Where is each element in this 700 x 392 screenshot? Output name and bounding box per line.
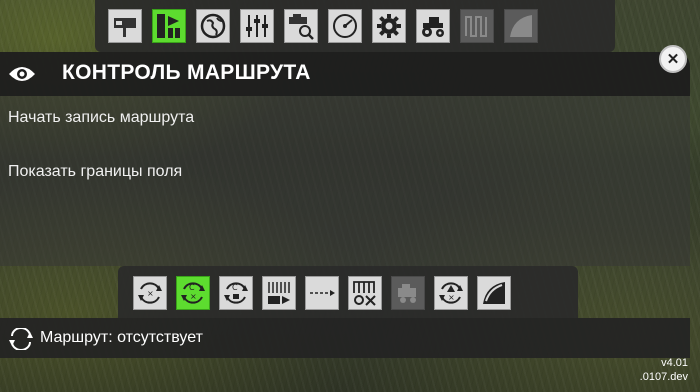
combine-search-icon (289, 14, 314, 40)
field-pattern-button[interactable] (460, 9, 494, 43)
route-cycle-stop-button[interactable]: C (219, 276, 253, 310)
eye-icon[interactable] (8, 64, 36, 84)
headland-icon (268, 282, 290, 304)
close-icon: ✕ (666, 50, 680, 68)
speedometer-icon (333, 14, 357, 38)
top-toolbar-row (108, 9, 538, 43)
field-work-tools-icon (353, 281, 376, 306)
menu-item-start-recording[interactable]: Начать запись маршрута (8, 109, 194, 127)
bottom-toolbar-row: × C × C × (133, 276, 511, 310)
field-pattern-icon (465, 16, 487, 37)
sliders-icon (246, 15, 268, 37)
route-cycle-icon: × (138, 282, 162, 304)
tractor-button[interactable] (416, 9, 450, 43)
menu-item-show-field-borders[interactable]: Показать границы поля (8, 163, 182, 181)
svg-text:C: C (232, 283, 238, 292)
route-cycle-record-button[interactable]: C × (176, 276, 210, 310)
svg-text:C: C (189, 283, 195, 292)
svg-text:×: × (147, 289, 154, 298)
steering-flow-icon (157, 14, 180, 38)
version-label: v4.01 .0107.dev (640, 356, 688, 384)
gear-icon (377, 14, 401, 38)
course-manager-button[interactable] (108, 9, 142, 43)
globe-icon (200, 13, 226, 39)
course-manager-icon (114, 18, 136, 37)
field-work-tools-button[interactable] (348, 276, 382, 310)
speedometer-button[interactable] (328, 9, 362, 43)
page-title: КОНТРОЛЬ МАРШРУТА (62, 61, 311, 84)
route-cycle-stop-icon: C (224, 282, 248, 304)
version-line-2: .0107.dev (639, 371, 688, 383)
close-button[interactable]: ✕ (659, 45, 687, 73)
route-cycle-alert-button[interactable]: × (434, 276, 468, 310)
steering-flow-button[interactable] (152, 9, 186, 43)
route-cycle-alert-icon: × (439, 282, 463, 304)
sliders-button[interactable] (240, 9, 274, 43)
svg-text:×: × (190, 292, 197, 301)
combine-icon (398, 284, 416, 303)
tractor-icon (422, 17, 444, 37)
combine-search-button[interactable] (284, 9, 318, 43)
combine-button[interactable] (391, 276, 425, 310)
field-edge-curve-icon (483, 282, 505, 304)
route-status-icon (9, 328, 33, 350)
field-edge-icon (510, 15, 532, 37)
route-status-text: Маршрут: отсутствует (40, 329, 203, 346)
globe-button[interactable] (196, 9, 230, 43)
route-cycle-record-icon: C × (181, 282, 205, 304)
route-line-icon (310, 290, 335, 296)
field-edge-button[interactable] (504, 9, 538, 43)
field-edge-curve-button[interactable] (477, 276, 511, 310)
route-cycle-button[interactable]: × (133, 276, 167, 310)
version-line-1: v4.01 (661, 357, 688, 369)
svg-text:×: × (448, 293, 455, 302)
settings-button[interactable] (372, 9, 406, 43)
route-line-button[interactable] (305, 276, 339, 310)
headland-button[interactable] (262, 276, 296, 310)
